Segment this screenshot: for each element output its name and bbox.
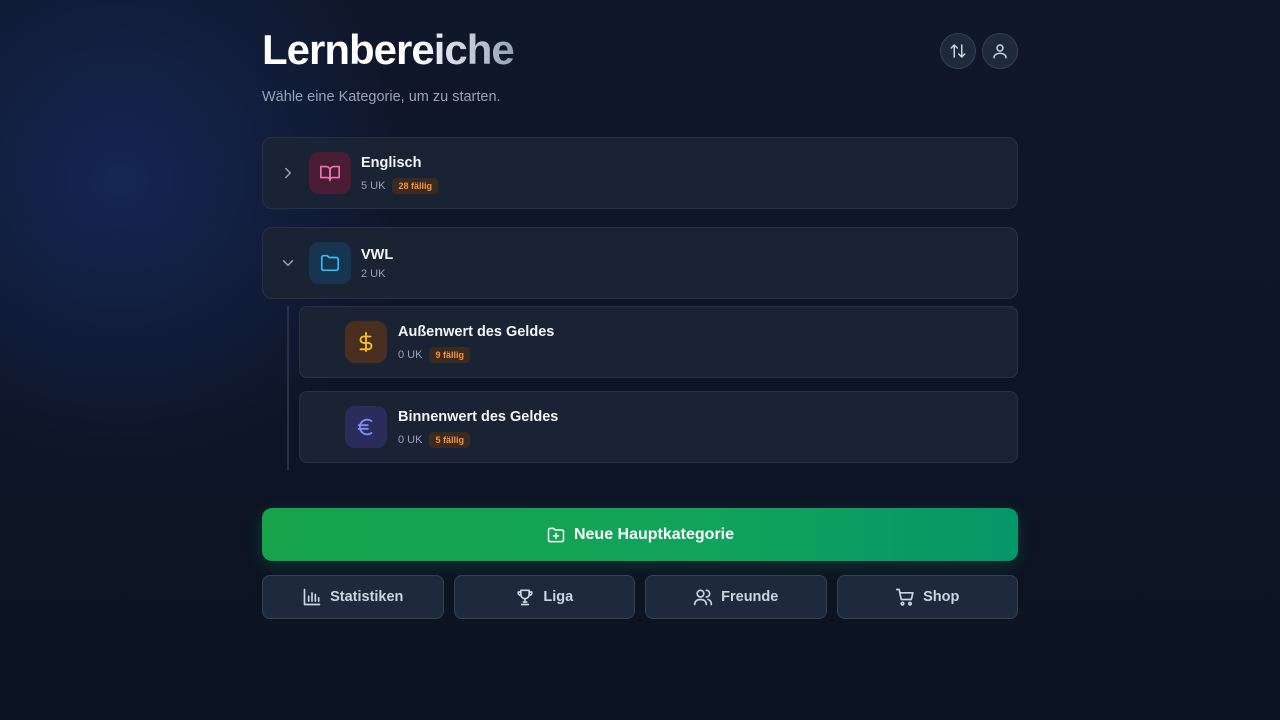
trophy-icon xyxy=(517,589,533,606)
due-badge: 9 fällig xyxy=(429,347,470,363)
due-badge: 28 fällig xyxy=(392,178,438,194)
new-main-category-button[interactable]: Neue Hauptkategorie xyxy=(262,508,1018,561)
subcategory-icon xyxy=(345,406,387,448)
subcategory-name: Binnenwert des Geldes xyxy=(398,409,559,425)
tree-connector-line xyxy=(287,306,289,470)
bottom-nav: Statistiken Liga Freunde Shop xyxy=(262,575,1018,619)
new-main-category-label: Neue Hauptkategorie xyxy=(573,525,735,543)
nav-friends-button[interactable]: Freunde xyxy=(645,575,827,619)
page-subtitle: Wähle eine Kategorie, um zu starten. xyxy=(262,89,501,105)
subcategory-meta: 0 UK 9 fällig xyxy=(398,347,470,363)
subcategory-card-binnenwert[interactable]: Binnenwert des Geldes 0 UK 5 fällig xyxy=(299,391,1018,463)
sort-button[interactable] xyxy=(940,33,976,69)
category-icon xyxy=(309,242,351,284)
nav-shop-button[interactable]: Shop xyxy=(836,575,1018,619)
category-name: VWL xyxy=(361,247,394,263)
subcategory-card-aussenwert[interactable]: Außenwert des Geldes 0 UK 9 fällig xyxy=(299,306,1018,378)
page-title: Lernbereiche xyxy=(262,26,515,73)
due-badge: 5 fällig xyxy=(429,432,470,448)
category-count: 5 UK xyxy=(361,180,386,192)
profile-button[interactable] xyxy=(982,33,1018,69)
book-icon xyxy=(320,165,340,182)
nav-statistics-label: Statistiken xyxy=(330,589,404,605)
chevron-down-icon[interactable] xyxy=(279,254,297,272)
category-card-englisch[interactable]: Englisch 5 UK 28 fällig xyxy=(262,137,1018,209)
page-header: Lernbereiche Wähle eine Kategorie, um zu… xyxy=(262,0,1018,138)
cart-icon xyxy=(895,588,914,606)
dollar-icon xyxy=(359,331,373,353)
subcategory-name: Außenwert des Geldes xyxy=(398,324,555,340)
category-count: 2 UK xyxy=(361,268,386,280)
category-meta: 2 UK xyxy=(361,268,385,280)
users-icon xyxy=(693,589,713,606)
chevron-right-icon[interactable] xyxy=(279,164,297,182)
user-icon xyxy=(993,44,1007,59)
main-container: Lernbereiche Wähle eine Kategorie, um zu… xyxy=(262,0,1018,619)
nav-shop-label: Shop xyxy=(923,589,960,605)
subcategory-meta: 0 UK 5 fällig xyxy=(398,432,470,448)
sort-icon xyxy=(950,44,966,58)
subcategory-count: 0 UK xyxy=(398,349,423,361)
nav-friends-label: Freunde xyxy=(721,589,779,605)
folder-icon xyxy=(320,254,340,272)
folder-plus-icon xyxy=(547,527,565,542)
category-meta: 5 UK 28 fällig xyxy=(361,178,438,194)
subcategory-icon xyxy=(345,321,387,363)
header-actions xyxy=(940,33,1018,69)
euro-icon xyxy=(357,418,373,436)
category-card-vwl[interactable]: VWL 2 UK xyxy=(262,227,1018,299)
bar-chart-icon xyxy=(303,588,321,606)
nav-league-button[interactable]: Liga xyxy=(453,575,635,619)
nav-statistics-button[interactable]: Statistiken xyxy=(262,575,444,619)
category-name: Englisch xyxy=(361,155,422,171)
subcategory-count: 0 UK xyxy=(398,434,423,446)
nav-league-label: Liga xyxy=(543,589,574,605)
category-icon xyxy=(309,152,351,194)
